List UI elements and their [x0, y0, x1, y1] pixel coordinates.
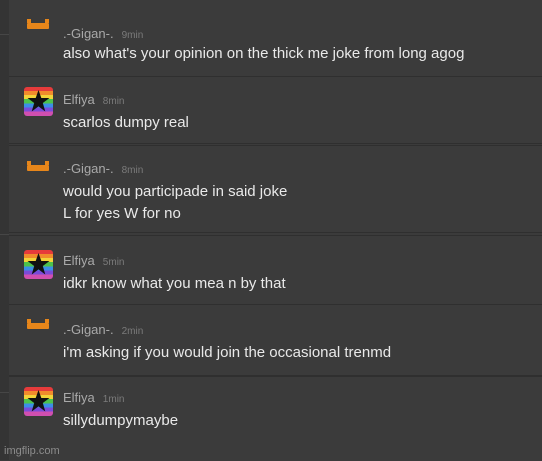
- message-text: would you participade in said joke: [63, 183, 288, 200]
- author-name[interactable]: .-Gigan-.: [63, 161, 114, 176]
- chat-message: Elfiya 5min idkr know what you mea n by t…: [9, 235, 542, 305]
- avatar[interactable]: [24, 13, 53, 42]
- message-text: scarlos dumpy real: [63, 114, 189, 131]
- avatar[interactable]: [24, 250, 53, 279]
- message-author[interactable]: Elfiya 5min: [63, 253, 124, 268]
- star-icon: [27, 253, 50, 275]
- message-text: also what's your opinion on the thick me…: [63, 45, 465, 62]
- author-name[interactable]: Elfiya: [63, 92, 95, 107]
- chat-message: .-Gigan-. 9min also what's your opinion o…: [9, 0, 542, 77]
- left-rail: [0, 0, 9, 460]
- rail-divider: [0, 392, 9, 393]
- chat-message: Elfiya 8min scarlos dumpy real: [9, 77, 542, 144]
- chat-log: .-Gigan-. 9min also what's your opinion o…: [9, 0, 542, 460]
- message-author[interactable]: .-Gigan-. 8min: [63, 161, 143, 176]
- chat-message: .-Gigan-. 8min would you participade in s…: [9, 145, 542, 233]
- message-author[interactable]: .-Gigan-. 2min: [63, 322, 143, 337]
- message-time: 9min: [121, 30, 144, 41]
- author-name[interactable]: .-Gigan-.: [63, 322, 114, 337]
- author-name[interactable]: Elfiya: [63, 253, 95, 268]
- chat-message: Elfiya 1min sillydumpymaybe: [9, 376, 542, 461]
- star-icon: [27, 390, 50, 412]
- avatar[interactable]: [24, 87, 53, 116]
- message-time: 8min: [121, 165, 144, 176]
- chat-message: .-Gigan-. 2min i'm asking if you would jo…: [9, 304, 542, 376]
- author-name[interactable]: Elfiya: [63, 390, 95, 405]
- message-text: sillydumpymaybe: [63, 412, 179, 429]
- rail-divider: [0, 34, 9, 35]
- avatar[interactable]: [24, 387, 53, 416]
- message-author[interactable]: .-Gigan-. 9min: [63, 26, 143, 41]
- message-text: idkr know what you mea n by that: [63, 275, 286, 292]
- message-time: 2min: [121, 326, 144, 337]
- rail-divider: [0, 234, 9, 235]
- author-name[interactable]: .-Gigan-.: [63, 26, 114, 41]
- message-time: 8min: [102, 96, 125, 107]
- avatar[interactable]: [24, 155, 53, 184]
- watermark: imgflip.com: [4, 445, 60, 457]
- message-text: L for yes W for no: [63, 205, 181, 222]
- star-icon: [27, 90, 50, 112]
- message-author[interactable]: Elfiya 1min: [63, 390, 124, 405]
- message-author[interactable]: Elfiya 8min: [63, 92, 124, 107]
- message-time: 1min: [102, 394, 125, 405]
- message-text: i'm asking if you would join the occasio…: [63, 344, 392, 361]
- message-time: 5min: [102, 257, 125, 268]
- avatar[interactable]: [24, 313, 53, 342]
